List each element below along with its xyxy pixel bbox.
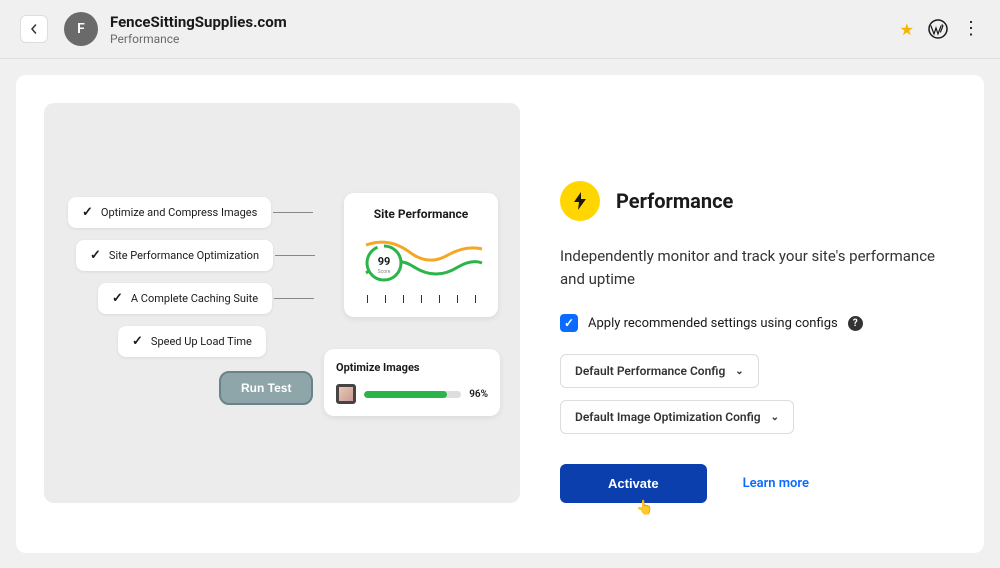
more-icon[interactable]: ⋮ [962,20,980,38]
feature-pill: ✓ Site Performance Optimization [76,240,273,271]
checkmark-icon: ✓ [82,205,93,220]
learn-more-link[interactable]: Learn more [743,476,809,491]
feature-pill-list: ✓ Optimize and Compress Images ✓ Site Perf… [68,197,315,357]
checkmark-icon: ✓ [112,291,123,306]
site-info: FenceSittingSupplies.com Performance [110,13,287,46]
opt-progress-row: 96% [336,384,488,404]
site-name: FenceSittingSupplies.com [110,13,287,31]
perf-score-label: Score [378,269,391,275]
connector-line [275,255,315,256]
progress-percent: 96% [469,389,488,400]
site-avatar: F [64,12,98,46]
app-header: F FenceSittingSupplies.com Performance ★… [0,0,1000,59]
opt-card-title: Optimize Images [336,361,488,374]
chevron-down-icon: ⌄ [735,366,743,377]
feature-pill-label: A Complete Caching Suite [131,292,258,305]
breadcrumb: Performance [110,32,287,46]
perf-card-title: Site Performance [358,207,484,221]
connector-line [273,212,313,213]
image-thumb-icon [336,384,356,404]
checkbox-row[interactable]: ✓ Apply recommended settings using confi… [560,314,956,332]
activate-button[interactable]: Activate [560,464,707,503]
chevron-left-icon [29,24,39,34]
feature-pill-label: Optimize and Compress Images [101,206,257,219]
performance-illustration: ✓ Optimize and Compress Images ✓ Site Perf… [44,103,520,503]
chart-ticks [358,295,484,303]
panel-description: Independently monitor and track your sit… [560,245,956,290]
run-test-button: Run Test [219,371,313,405]
feature-pill-label: Speed Up Load Time [151,335,252,348]
feature-pill: ✓ Optimize and Compress Images [68,197,271,228]
dropdown-label: Default Image Optimization Config [575,410,761,424]
feature-pill-label: Site Performance Optimization [109,249,259,262]
cursor-icon: 👆 [636,500,653,516]
perf-score-value: 99 [378,255,391,268]
panel-title-row: Performance [560,181,956,221]
feature-pill: ✓ A Complete Caching Suite [98,283,272,314]
checkmark-icon: ✓ [90,248,101,263]
main-card: ✓ Optimize and Compress Images ✓ Site Perf… [16,75,984,553]
image-config-dropdown[interactable]: Default Image Optimization Config ⌄ [560,400,794,434]
connector-line [274,298,314,299]
checkbox-label: Apply recommended settings using configs [588,316,838,331]
optimize-images-card: Optimize Images 96% [324,349,500,416]
chevron-down-icon: ⌄ [771,412,779,423]
progress-bar [364,391,461,398]
checkmark-icon: ✓ [132,334,143,349]
help-icon[interactable]: ? [848,316,863,331]
performance-config-dropdown[interactable]: Default Performance Config ⌄ [560,354,759,388]
action-row: Activate Learn more 👆 [560,464,956,503]
site-performance-card: Site Performance 99 Score [344,193,498,317]
checkbox-checked-icon[interactable]: ✓ [560,314,578,332]
header-actions: ★ ⋮ [900,19,980,39]
back-button[interactable] [20,15,48,43]
perf-gauge: 99 Score [358,233,484,287]
feature-pill: ✓ Speed Up Load Time [118,326,266,357]
activation-panel: Performance Independently monitor and tr… [560,103,956,525]
star-icon[interactable]: ★ [900,20,914,39]
dropdown-label: Default Performance Config [575,364,725,378]
performance-badge-icon [560,181,600,221]
panel-title: Performance [616,189,733,213]
wordpress-icon[interactable] [928,19,948,39]
